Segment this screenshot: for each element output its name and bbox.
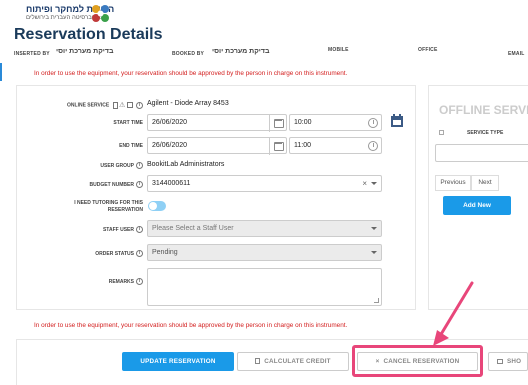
calculate-credit-button[interactable]: CALCULATE CREDIT — [237, 352, 349, 371]
order-status-value: Pending — [152, 249, 178, 256]
approval-warning-top: In order to use the equipment, your rese… — [34, 70, 348, 77]
reservation-form: ONLINE SERVICE ⚠ i Agilent - Diode Array… — [16, 85, 416, 310]
start-time-input[interactable]: 10:00 — [289, 114, 382, 131]
update-reservation-button[interactable]: UPDATE RESERVATION — [122, 352, 234, 371]
start-time-value: 10:00 — [294, 119, 312, 126]
highlight-frame — [352, 345, 483, 377]
calendar-small-icon[interactable] — [126, 102, 133, 108]
calculator-icon — [255, 358, 261, 365]
start-time-label: START TIME — [113, 120, 143, 126]
offline-services-title: OFFLINE SERVIC — [439, 103, 528, 117]
previous-button[interactable]: Previous — [435, 175, 471, 191]
calendar-icon[interactable] — [269, 138, 286, 155]
start-date-value: 26/06/2020 — [152, 119, 188, 126]
mobile-label: MOBILE — [328, 47, 349, 53]
info-icon[interactable]: i — [136, 181, 143, 188]
start-date-input[interactable]: 26/06/2020 — [147, 114, 287, 132]
booked-by-label: BOOKED BY — [172, 51, 205, 57]
office-label: OFFICE — [418, 47, 438, 53]
service-search-input[interactable] — [435, 144, 528, 162]
order-status-label: ORDER STATUS i — [17, 250, 143, 257]
clock-icon[interactable] — [368, 141, 378, 151]
service-type-header: SERVICE TYPE — [467, 130, 504, 136]
tutoring-label: I NEED TUTORING FOR THIS RESERVATION — [74, 200, 143, 213]
warning-icon[interactable]: ⚠ — [119, 101, 125, 109]
remarks-label: REMARKS i — [17, 278, 143, 285]
chevron-down-icon[interactable] — [371, 251, 377, 254]
reservation-meta-row: INSERTED BY בדיקת מערכת יוסי BOOKED BY ב… — [0, 47, 528, 61]
info-icon[interactable]: i — [136, 162, 143, 169]
chevron-down-icon[interactable] — [371, 182, 377, 185]
select-all-checkbox[interactable] — [439, 130, 444, 135]
info-icon[interactable]: i — [136, 101, 143, 109]
budget-number-select[interactable]: 3144000611 × — [147, 175, 382, 192]
chevron-down-icon[interactable] — [371, 227, 377, 230]
document-icon[interactable] — [112, 101, 118, 109]
offline-services-panel: OFFLINE SERVIC SERVICE TYPE Previous Nex… — [428, 85, 528, 310]
add-calendar-icon[interactable] — [390, 114, 404, 128]
order-status-select[interactable]: Pending — [147, 244, 382, 261]
flower-logo-icon — [92, 5, 109, 22]
online-service-label: ONLINE SERVICE ⚠ i — [17, 101, 143, 109]
end-time-value: 11:00 — [294, 142, 311, 149]
inserted-by-label: INSERTED BY — [14, 51, 50, 57]
end-time-label: END TIME — [119, 143, 143, 149]
email-label: EMAIL — [508, 51, 525, 57]
info-icon[interactable]: i — [136, 226, 143, 233]
online-service-value: Agilent - Diode Array 8453 — [147, 100, 229, 107]
user-group-value: BookitLab Administrators — [147, 161, 225, 168]
end-time-input[interactable]: 11:00 — [289, 137, 382, 154]
remarks-textarea[interactable] — [147, 268, 382, 306]
budget-number-value: 3144000611 — [152, 180, 191, 187]
clock-icon[interactable] — [368, 118, 378, 128]
budget-number-label: BUDGET NUMBER i — [17, 181, 143, 188]
approval-warning-bottom: In order to use the equipment, your rese… — [34, 322, 348, 329]
show-icon — [497, 358, 503, 364]
info-icon[interactable]: i — [136, 278, 143, 285]
inserted-by-value: בדיקת מערכת יוסי — [56, 48, 114, 55]
booked-by-value: בדיקת מערכת יוסי — [212, 48, 270, 55]
next-button[interactable]: Next — [471, 175, 499, 191]
staff-user-label: STAFF USER i — [17, 226, 143, 233]
info-icon[interactable]: i — [136, 250, 143, 257]
add-new-button[interactable]: Add New — [443, 196, 511, 215]
tutoring-toggle[interactable] — [148, 201, 166, 211]
show-button[interactable]: SHO — [488, 352, 528, 371]
end-date-value: 26/06/2020 — [152, 142, 188, 149]
staff-user-placeholder: Please Select a Staff User — [152, 225, 234, 232]
institution-logo[interactable]: הרשות למחקר ופיתוח האוניברסיטה העברית בי… — [10, 2, 114, 26]
end-date-input[interactable]: 26/06/2020 — [147, 137, 287, 155]
clear-icon[interactable]: × — [362, 176, 367, 191]
staff-user-select[interactable]: Please Select a Staff User — [147, 220, 382, 237]
section-accent-bar — [0, 63, 2, 81]
page-title: Reservation Details — [14, 26, 163, 43]
user-group-label: USER GROUP i — [17, 162, 143, 169]
calendar-icon[interactable] — [269, 115, 286, 132]
